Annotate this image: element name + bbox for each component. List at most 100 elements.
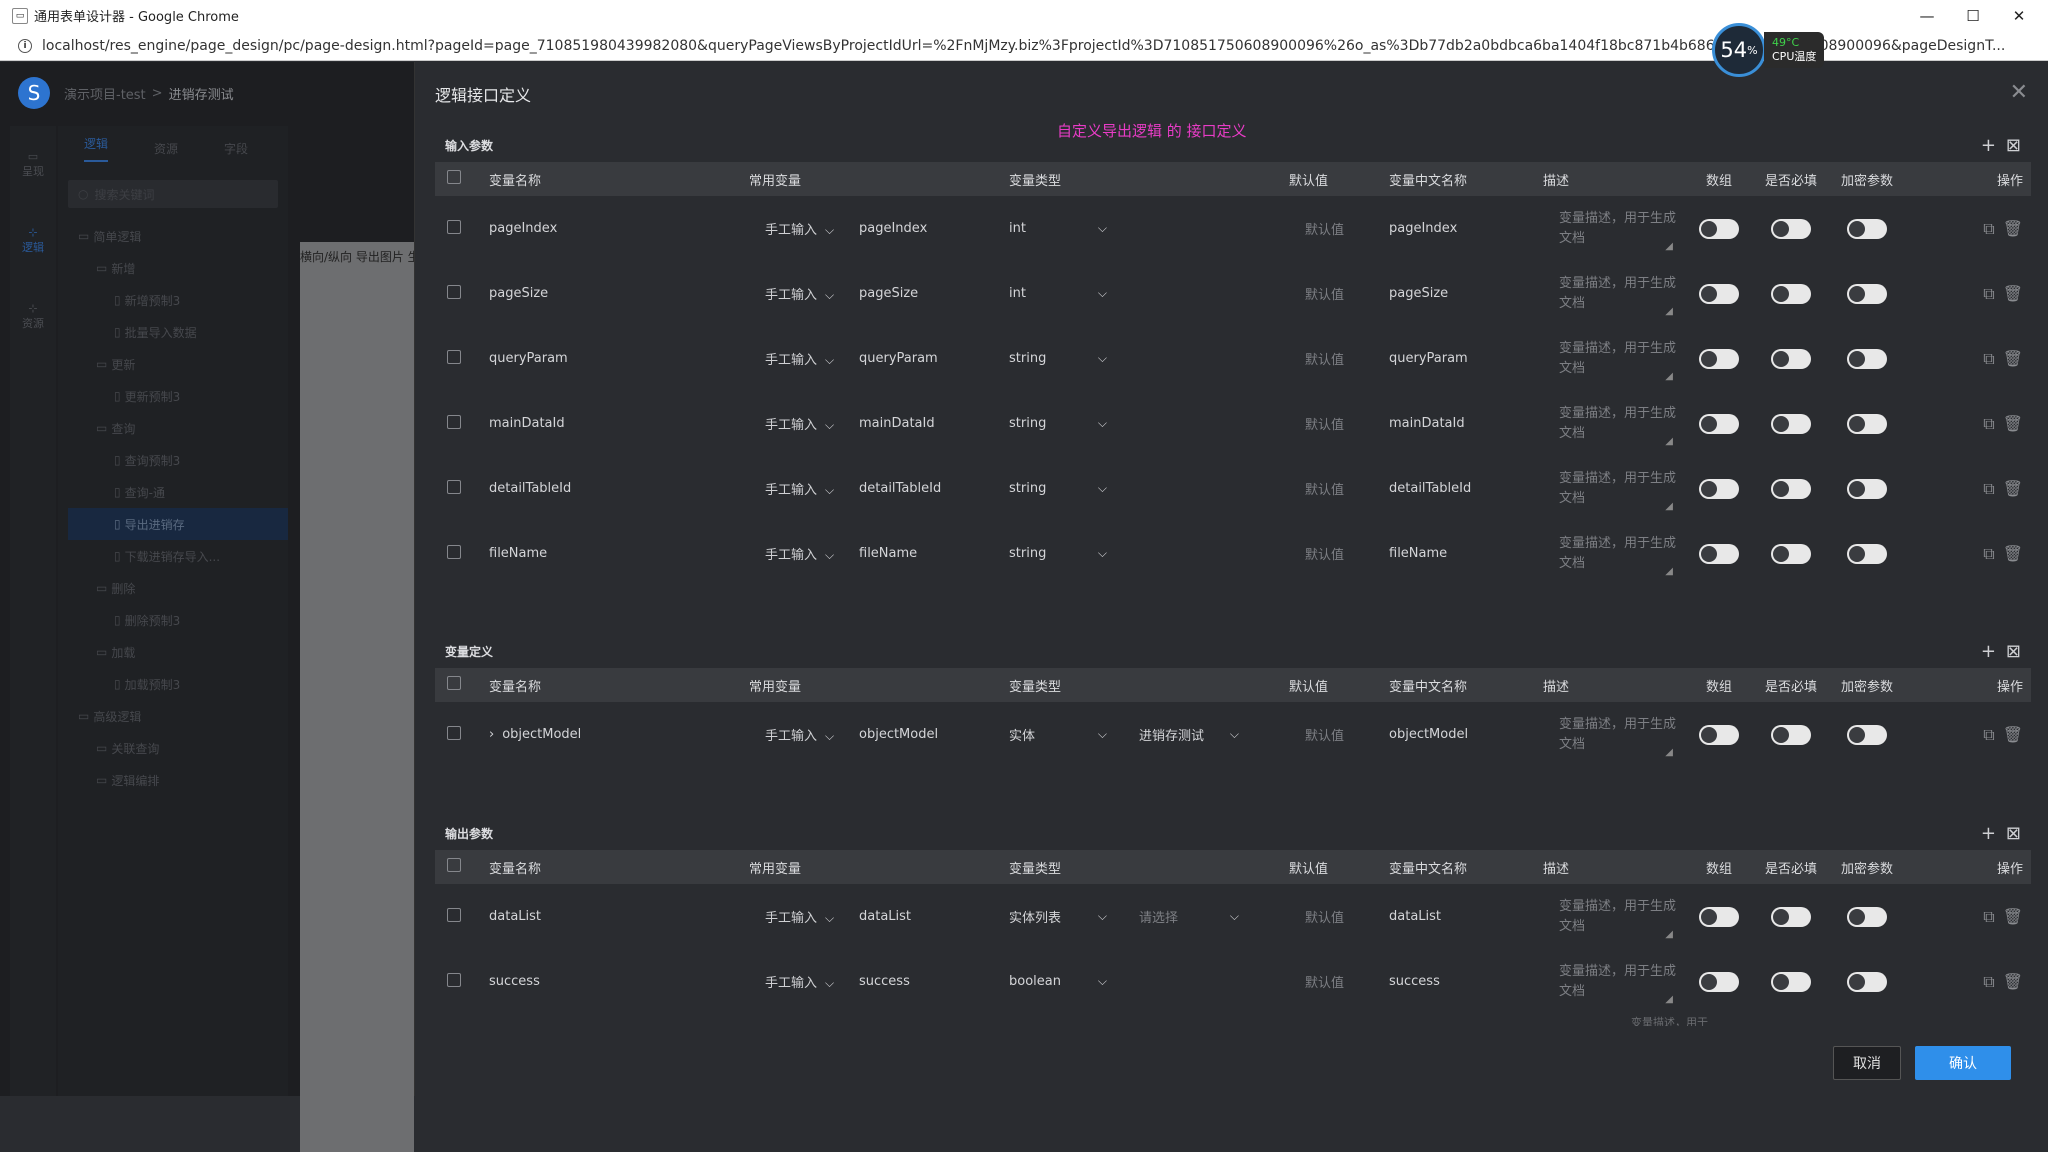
tree-item[interactable]: ▭ 高级逻辑: [58, 700, 288, 732]
tree-item[interactable]: ▯ 新增预制3: [58, 284, 288, 316]
cn-name-input[interactable]: mainDataId: [1389, 416, 1543, 431]
default-value-input[interactable]: 默认值: [1289, 907, 1389, 926]
resize-grip-icon[interactable]: ◢: [1665, 925, 1673, 945]
select-all-checkbox[interactable]: [447, 858, 461, 872]
type-select[interactable]: string ⌵: [1009, 546, 1129, 561]
hierarchy-icon[interactable]: ⧉: [1983, 725, 1994, 745]
var-value-input[interactable]: detailTableId: [859, 481, 1009, 496]
common-var-select[interactable]: 手工输入 ⌵: [749, 349, 859, 368]
var-value-input[interactable]: queryParam: [859, 351, 1009, 366]
cn-name-input[interactable]: fileName: [1389, 546, 1543, 561]
hierarchy-icon[interactable]: ⧉: [1983, 479, 1994, 499]
close-icon[interactable]: ✕: [2010, 80, 2028, 105]
row-checkbox[interactable]: [447, 479, 461, 494]
tree-tab-logic[interactable]: 逻辑: [84, 135, 109, 162]
resize-grip-icon[interactable]: ◢: [1665, 562, 1673, 582]
required-toggle[interactable]: [1771, 218, 1811, 239]
tree-item[interactable]: ▭ 关联查询: [58, 732, 288, 764]
desc-textarea[interactable]: 变量描述，用于生成文档 ◢: [1543, 404, 1683, 447]
desc-textarea[interactable]: 变量描述，用于生成文档 ◢: [1543, 534, 1683, 577]
tree-item[interactable]: ▯ 导出进销存: [68, 508, 288, 540]
trash-icon[interactable]: 🗑: [2003, 479, 2023, 499]
resize-grip-icon[interactable]: ◢: [1665, 497, 1673, 517]
breadcrumb-project[interactable]: 演示项目-test: [64, 84, 146, 103]
var-value-input[interactable]: pageSize: [859, 286, 1009, 301]
tree-item[interactable]: ▯ 批量导入数据: [58, 316, 288, 348]
var-name-cell[interactable]: queryParam: [489, 351, 749, 366]
required-toggle[interactable]: [1771, 478, 1811, 499]
var-value-input[interactable]: pageIndex: [859, 221, 1009, 236]
tree-item[interactable]: ▭ 查询: [58, 412, 288, 444]
default-value-input[interactable]: 默认值: [1289, 219, 1389, 238]
desc-textarea[interactable]: 变量描述，用于生成文档 ◢: [1543, 209, 1683, 252]
resize-grip-icon[interactable]: ◢: [1665, 743, 1673, 763]
default-value-input[interactable]: 默认值: [1289, 414, 1389, 433]
iconbar-logic[interactable]: ⊹ 逻辑: [10, 202, 56, 278]
ref-select[interactable]: 请选择 ⌵: [1129, 907, 1289, 926]
var-name-cell[interactable]: success: [489, 974, 749, 989]
type-select[interactable]: string ⌵: [1009, 416, 1129, 431]
common-var-select[interactable]: 手工输入 ⌵: [749, 219, 859, 238]
cn-name-input[interactable]: success: [1389, 974, 1543, 989]
var-name-cell[interactable]: dataList: [489, 909, 749, 924]
var-name-cell[interactable]: › objectModel: [489, 727, 749, 742]
trash-icon[interactable]: 🗑: [2003, 219, 2023, 239]
hierarchy-icon[interactable]: ⧉: [1983, 544, 1994, 564]
minimize-button[interactable]: —: [1904, 0, 1950, 31]
type-select[interactable]: boolean ⌵: [1009, 974, 1129, 989]
resize-grip-icon[interactable]: ◢: [1665, 237, 1673, 257]
resize-grip-icon[interactable]: ◢: [1665, 432, 1673, 452]
tree-item[interactable]: ▯ 更新预制3: [58, 380, 288, 412]
maximize-button[interactable]: ☐: [1950, 0, 1996, 31]
row-checkbox[interactable]: [447, 284, 461, 299]
trash-icon[interactable]: 🗑: [2003, 414, 2023, 434]
delete-batch-icon[interactable]: ⊠: [2006, 641, 2021, 662]
tree-tab-field[interactable]: 字段: [224, 140, 248, 157]
iconbar-present[interactable]: ▭ 呈现: [10, 126, 56, 202]
array-toggle[interactable]: [1699, 971, 1739, 992]
encrypt-toggle[interactable]: [1847, 543, 1887, 564]
add-icon[interactable]: +: [1981, 823, 1996, 844]
required-toggle[interactable]: [1771, 283, 1811, 304]
var-name-cell[interactable]: pageIndex: [489, 221, 749, 236]
var-value-input[interactable]: objectModel: [859, 727, 1009, 742]
required-toggle[interactable]: [1771, 413, 1811, 434]
trash-icon[interactable]: 🗑: [2003, 349, 2023, 369]
hierarchy-icon[interactable]: ⧉: [1983, 972, 1994, 992]
row-checkbox[interactable]: [447, 219, 461, 234]
tree-item[interactable]: ▭ 更新: [58, 348, 288, 380]
desc-textarea[interactable]: 变量描述，用于生成文档 ◢: [1543, 715, 1683, 758]
cn-name-input[interactable]: pageIndex: [1389, 221, 1543, 236]
tree-item[interactable]: ▭ 加载: [58, 636, 288, 668]
desc-textarea[interactable]: 变量描述，用于生成文档 ◢: [1543, 274, 1683, 317]
cn-name-input[interactable]: detailTableId: [1389, 481, 1543, 496]
array-toggle[interactable]: [1699, 283, 1739, 304]
var-value-input[interactable]: mainDataId: [859, 416, 1009, 431]
row-checkbox[interactable]: [447, 725, 461, 740]
close-window-button[interactable]: ✕: [1996, 0, 2042, 31]
encrypt-toggle[interactable]: [1847, 971, 1887, 992]
tree-item[interactable]: ▯ 查询-通: [58, 476, 288, 508]
common-var-select[interactable]: 手工输入 ⌵: [749, 725, 859, 744]
resize-grip-icon[interactable]: ◢: [1665, 302, 1673, 322]
var-value-input[interactable]: success: [859, 974, 1009, 989]
common-var-select[interactable]: 手工输入 ⌵: [749, 972, 859, 991]
iconbar-resource[interactable]: ⊹ 资源: [10, 278, 56, 354]
add-icon[interactable]: +: [1981, 135, 1996, 156]
confirm-button[interactable]: 确认: [1915, 1046, 2011, 1080]
var-value-input[interactable]: fileName: [859, 546, 1009, 561]
common-var-select[interactable]: 手工输入 ⌵: [749, 414, 859, 433]
var-value-input[interactable]: dataList: [859, 909, 1009, 924]
expand-chevron-icon[interactable]: ›: [489, 727, 494, 742]
type-select[interactable]: string ⌵: [1009, 481, 1129, 496]
ref-select[interactable]: 进销存测试 ⌵: [1129, 725, 1289, 744]
hierarchy-icon[interactable]: ⧉: [1983, 284, 1994, 304]
desc-textarea[interactable]: 变量描述，用于生成文档 ◢: [1543, 469, 1683, 512]
cn-name-input[interactable]: pageSize: [1389, 286, 1543, 301]
tree-item[interactable]: ▭ 逻辑编排: [58, 764, 288, 796]
encrypt-toggle[interactable]: [1847, 218, 1887, 239]
trash-icon[interactable]: 🗑: [2003, 725, 2023, 745]
hierarchy-icon[interactable]: ⧉: [1983, 414, 1994, 434]
type-select[interactable]: 实体 ⌵: [1009, 725, 1129, 744]
delete-batch-icon[interactable]: ⊠: [2006, 823, 2021, 844]
